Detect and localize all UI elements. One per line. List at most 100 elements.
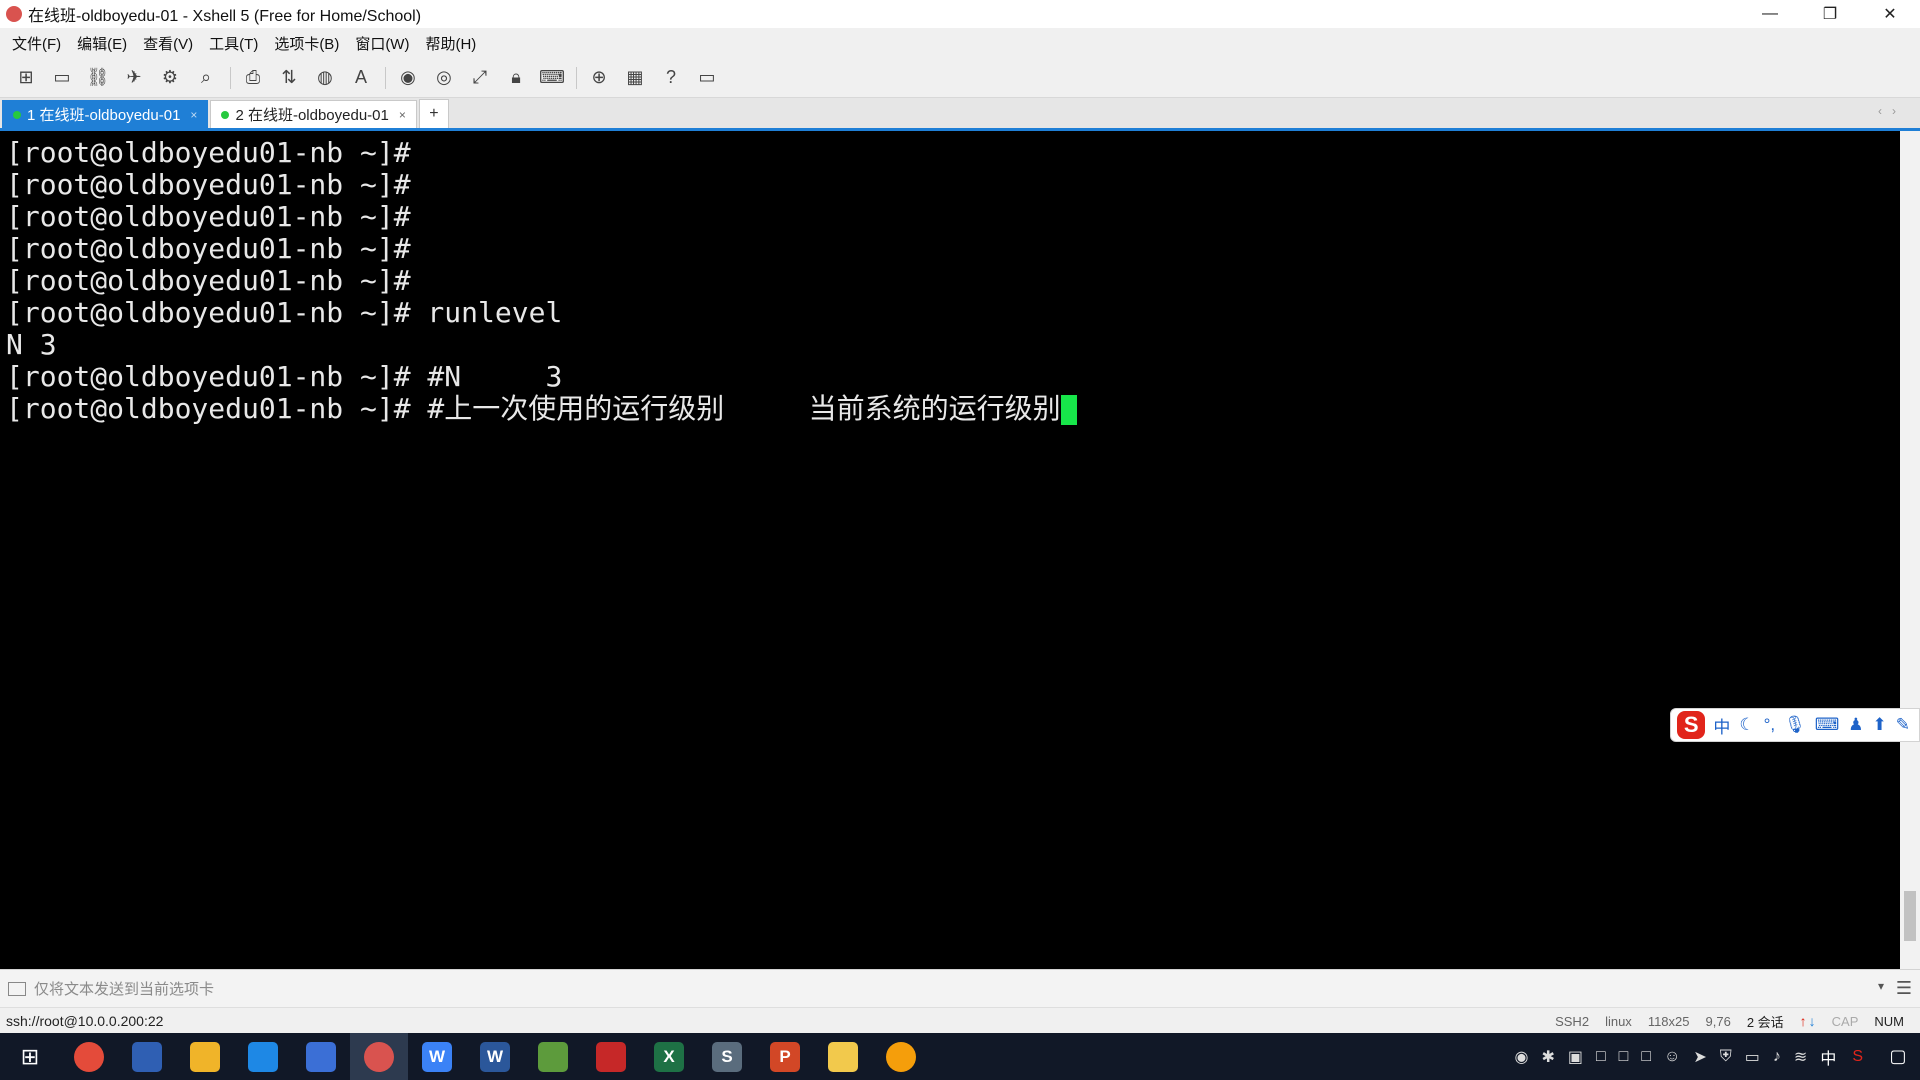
terminal-line-text: [root@oldboyedu01-nb ~]# #上一次使用的运行级别 当前系… [6,392,1061,425]
status-protocol: SSH2 [1555,1013,1590,1029]
layout-icon[interactable]: ▦ [623,66,647,90]
taskbar-sheet[interactable] [524,1033,582,1080]
new-tab-button[interactable]: + [418,99,449,128]
fullscreen-icon[interactable]: ⤢ [468,66,492,90]
battery-icon[interactable]: ▭ [1745,1047,1760,1067]
keyboard-icon[interactable]: ⌨ [1815,715,1840,735]
window-icon[interactable]: □ [1596,1048,1606,1066]
restore-button[interactable]: ❐ [1800,0,1860,28]
ime-toolbar[interactable]: S 中 ☾ °, 🎙︎ ⌨ ♟ ⬆ ✎ [1670,708,1920,742]
tray-app-icon[interactable]: ✱ [1541,1047,1554,1067]
add-icon[interactable]: ⊕ [587,66,611,90]
taskbar-save[interactable] [118,1033,176,1080]
taskbar-xshell[interactable] [350,1033,408,1080]
send-icon[interactable]: ➤ [1693,1047,1706,1067]
taskbar-excel[interactable]: X [640,1033,698,1080]
terminal-line: [root@oldboyedu01-nb ~]# [6,136,411,169]
open-folder-icon[interactable]: ▭ [50,66,74,90]
taskbar-cat[interactable] [872,1033,930,1080]
taskbar-pen[interactable] [292,1033,350,1080]
volume-icon[interactable]: ♪ [1773,1048,1781,1066]
shirt-icon[interactable]: ⬆ [1873,715,1887,735]
status-sessions: 2 会话 [1746,1014,1784,1030]
globe-icon[interactable]: ◍ [313,66,337,90]
script-record-icon[interactable]: ◉ [396,66,420,90]
notes-icon [828,1041,858,1072]
taskbar-writer[interactable]: W [408,1033,466,1080]
tray-app-icon[interactable]: ▣ [1568,1047,1583,1067]
tab-close-icon[interactable]: × [190,108,197,122]
punctuation-icon[interactable]: °, [1764,715,1776,735]
find-icon[interactable]: ⌕ [194,66,218,90]
lock-icon[interactable]: 🔒︎ [504,66,528,90]
reconnect-icon[interactable]: ⛓ [86,66,110,90]
sogou-logo-icon[interactable]: S [1677,711,1706,739]
minimize-button[interactable]: — [1740,0,1800,28]
menu-edit[interactable]: 编辑(E) [77,33,127,54]
terminal-line: [root@oldboyedu01-nb ~]# [6,264,411,297]
wrench-icon[interactable]: ✎ [1896,715,1910,735]
floppy-icon [132,1041,162,1072]
input-language[interactable]: 中 [1820,1045,1836,1069]
windows-start-icon[interactable]: ⊞ [0,1033,60,1080]
record-icon[interactable]: ◉ [1515,1047,1529,1067]
properties-icon[interactable]: ⚙ [158,66,182,90]
emoji-icon[interactable]: ☺ [1664,1048,1680,1066]
xshell-logo-icon [6,6,22,22]
taskbar-powerpoint[interactable]: P [756,1033,814,1080]
toolbar-separator [230,66,231,89]
connection-address: ssh://root@10.0.0.200:22 [6,1012,164,1029]
taskbar-notes[interactable] [814,1033,872,1080]
compose-dropdown-icon[interactable]: ▾ [1878,979,1884,993]
shield-icon[interactable]: ⛨ [1720,1048,1732,1066]
microphone-icon[interactable]: 🎙︎ [1784,715,1806,735]
menu-help[interactable]: 帮助(H) [425,33,476,54]
hamburger-menu-icon[interactable]: ☰ [1896,978,1912,999]
folder-icon [190,1041,220,1072]
compose-bar[interactable]: 仅将文本发送到当前选项卡 ▾ ☰ [0,969,1920,1007]
windows-taskbar: ⊞ W W X S P ◉ ✱ ▣ □ □ □ ☺ ➤ ⛨ ▭ ♪ ≋ 中 S … [0,1033,1920,1080]
tab-scroll-arrows-icon[interactable]: ‹› [1878,104,1906,118]
menu-window[interactable]: 窗口(W) [355,33,409,54]
taskbar-flash[interactable] [582,1033,640,1080]
title-bar: 在线班-oldboyedu-01 - Xshell 5 (Free for Ho… [0,0,1920,28]
menu-view[interactable]: 查看(V) [143,33,193,54]
transfer-icon[interactable]: ⇅ [277,66,301,90]
user-icon[interactable]: ♟ [1848,715,1863,735]
script-stop-icon[interactable]: ◎ [432,66,456,90]
tab-session-2[interactable]: 2 在线班-oldboyedu-01 × [210,100,417,128]
notification-icon[interactable]: ▢ [1876,1033,1920,1080]
new-session-icon[interactable]: ⊞ [14,66,38,90]
menu-tools[interactable]: 工具(T) [209,33,258,54]
compose-icon [8,981,26,996]
terminal-scrollbar[interactable] [1900,131,1920,969]
wifi-icon[interactable]: ≋ [1794,1047,1807,1067]
moon-icon[interactable]: ☾ [1739,715,1754,735]
chat-icon[interactable]: ▭ [695,66,719,90]
ime-lang-toggle[interactable]: 中 [1713,713,1730,738]
window-icon[interactable]: □ [1641,1048,1651,1066]
taskbar-chrome[interactable] [60,1033,118,1080]
sogou-tray-icon[interactable]: S [1852,1048,1863,1066]
terminal-line: [root@oldboyedu01-nb ~]# runlevel [6,296,563,329]
scrollbar-thumb[interactable] [1904,891,1916,941]
taskbar-explorer[interactable] [176,1033,234,1080]
taskbar-word[interactable]: W [466,1033,524,1080]
menu-tabs[interactable]: 选项卡(B) [274,33,339,54]
window-icon[interactable]: □ [1619,1048,1629,1066]
keyboard-icon[interactable]: ⌨ [539,66,565,90]
font-icon[interactable]: A [349,66,373,90]
help-icon[interactable]: ? [659,66,683,90]
xftp-icon[interactable]: ✈ [122,66,146,90]
compose-placeholder[interactable]: 仅将文本发送到当前选项卡 [34,978,214,999]
terminal-area[interactable]: [root@oldboyedu01-nb ~]# [root@oldboyedu… [0,131,1900,969]
close-button[interactable]: ✕ [1860,0,1920,28]
tab-session-1[interactable]: 1 在线班-oldboyedu-01 × [2,100,209,128]
taskbar-store[interactable] [234,1033,292,1080]
store-icon [248,1041,278,1072]
print-icon[interactable]: ⎙ [241,66,265,90]
taskbar-sublime[interactable]: S [698,1033,756,1080]
menu-file[interactable]: 文件(F) [12,33,61,54]
tab-close-icon[interactable]: × [399,108,406,122]
sheet-icon [538,1041,568,1072]
